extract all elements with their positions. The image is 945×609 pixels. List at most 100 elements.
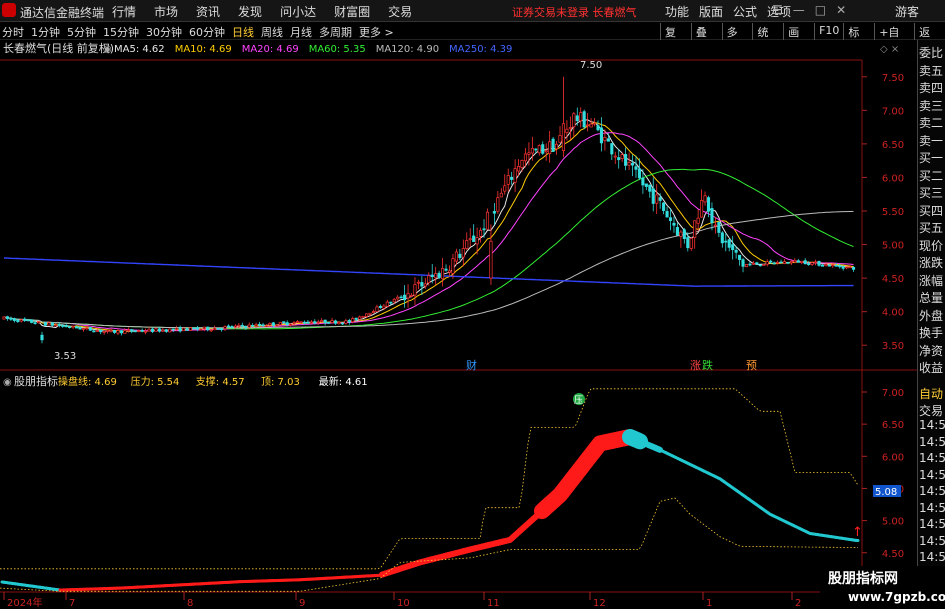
period-list: 分时 1分钟 5分钟 15分钟 30分钟 60分钟 日线 周线 月线 多周期 更多 >: [2, 24, 394, 40]
side-panel-lower-item: 14:56: [919, 467, 945, 482]
side-panel-item[interactable]: 外盘: [919, 307, 945, 324]
pressure-marker-text: 压: [574, 395, 583, 406]
app-title: 通达信金融终端: [20, 6, 105, 20]
side-panel-item[interactable]: 收益: [919, 359, 945, 376]
high-price-label: 7.50: [580, 60, 602, 71]
menu-layout[interactable]: 版面: [699, 3, 723, 20]
side-panel-lower-item: 14:56: [919, 500, 945, 515]
menu-quotes[interactable]: 行情: [112, 3, 136, 20]
date-tick: 11: [487, 598, 500, 609]
indicator-label: 压力: 5.54: [131, 375, 180, 388]
watermark: 股朋指标网 www.7gpzb.com: [820, 566, 945, 609]
period-tab[interactable]: 更多 >: [359, 24, 394, 40]
side-panel-lower-item: 14:56: [919, 533, 945, 548]
menu-wealth[interactable]: 财富圈: [334, 3, 370, 20]
menu-news[interactable]: 资讯: [196, 3, 220, 20]
menu-discover[interactable]: 发现: [238, 3, 262, 20]
side-panel-item[interactable]: 买一: [919, 149, 945, 166]
side-panel-item[interactable]: 卖一: [919, 132, 945, 149]
minimize-icon[interactable]: —: [793, 3, 805, 17]
stock-label: 长春燃气(日线 前复权): [3, 41, 114, 55]
side-panel-item[interactable]: 总量: [919, 289, 945, 306]
date-tick: 1: [706, 598, 712, 609]
side-panel-item[interactable]: 买四: [919, 202, 945, 219]
ma-label: MA60: 5.35: [309, 44, 366, 55]
side-panel-item[interactable]: 买三: [919, 184, 945, 201]
legend-toggle-icon[interactable]: ◉: [103, 44, 112, 55]
period-tab[interactable]: 多周期: [319, 24, 352, 40]
period-tab[interactable]: 30分钟: [146, 24, 182, 40]
indicator-label: 操盘线: 4.69: [58, 375, 117, 388]
event-marker-fall[interactable]: 跌: [702, 358, 713, 372]
low-price-label: 3.53: [54, 351, 76, 362]
side-panel-lower-item[interactable]: 交易: [919, 402, 945, 419]
price-tick: 5.50: [882, 207, 904, 218]
maximize-icon[interactable]: □: [815, 3, 826, 17]
indicator-label: 顶: 7.03: [261, 376, 300, 388]
period-tab[interactable]: 分时: [2, 24, 24, 40]
period-tab[interactable]: 周线: [261, 24, 283, 40]
quote-side-panel: 委比 卖五 卖四 卖三 卖二 卖一 买一 买二 买三 买四 买五 现价 涨跌 涨幅 总量 外盘 换手 净资 收益自动…: [917, 40, 945, 609]
indicator-tick: 4.50: [882, 549, 904, 560]
side-panel-item[interactable]: 换手: [919, 324, 945, 341]
side-panel-item[interactable]: 卖五: [919, 62, 945, 79]
side-panel-lower-item[interactable]: 自动: [919, 385, 945, 402]
period-tab[interactable]: 15分钟: [103, 24, 139, 40]
kline-chart[interactable]: 长春燃气(日线 前复权) ◉ MA5: 4.62 MA10: 4.69 MA20: 4…: [0, 40, 917, 609]
guest-button[interactable]: 游客: [895, 3, 919, 20]
window-controls: ☰ — □ ✕: [772, 3, 846, 17]
menu-trade[interactable]: 交易: [388, 3, 412, 20]
date-tick: 2024年: [7, 596, 42, 609]
side-panel-item[interactable]: 涨跌: [919, 254, 945, 271]
side-panel-lower-item: 14:56: [919, 451, 945, 465]
date-tick: 2: [795, 598, 801, 609]
date-tick: 7: [69, 598, 75, 609]
event-marker-forecast[interactable]: 预: [746, 359, 757, 372]
ma-label: MA5: 4.62: [114, 44, 165, 55]
period-tab[interactable]: 1分钟: [31, 24, 60, 40]
side-panel-item[interactable]: 委比: [919, 44, 945, 61]
app-logo-icon: [2, 3, 16, 17]
price-tick: 5.00: [882, 241, 904, 252]
side-panel-lower-item: 14:56: [919, 484, 945, 498]
period-tab[interactable]: 5分钟: [67, 24, 96, 40]
side-panel-item[interactable]: 卖三: [919, 97, 945, 114]
title-bar: 通达信金融终端 行情 市场 资讯 发现 问小达 财富圈 交易 证券交易未登录 长…: [0, 0, 945, 22]
period-tab[interactable]: 日线: [232, 24, 254, 40]
side-panel-item[interactable]: 卖二: [919, 114, 945, 131]
event-marker-finance[interactable]: 财: [466, 358, 477, 372]
chart-collapse-icon[interactable]: ◇ ×: [880, 44, 899, 55]
side-panel-lower-item: 14:56: [919, 517, 945, 531]
menu-market[interactable]: 市场: [154, 3, 178, 20]
menu-formula[interactable]: 公式: [733, 3, 757, 20]
period-tab[interactable]: 月线: [290, 24, 312, 40]
period-tab[interactable]: 60分钟: [189, 24, 225, 40]
indicator-toggle-icon[interactable]: ◉: [3, 377, 12, 388]
side-panel-item[interactable]: 买五: [919, 219, 945, 236]
close-icon[interactable]: ✕: [836, 3, 846, 17]
side-panel-item[interactable]: 现价: [919, 237, 945, 254]
menu-ask[interactable]: 问小达: [280, 3, 316, 20]
window-menu-icon[interactable]: ☰: [772, 3, 783, 17]
ma-label: MA10: 4.69: [175, 44, 232, 55]
indicator-tick: 7.00: [882, 388, 904, 399]
side-panel-item[interactable]: 买二: [919, 167, 945, 184]
side-panel-lower-item: 14:56: [919, 550, 945, 564]
side-panel-item[interactable]: 卖四: [919, 79, 945, 96]
up-arrow-icon: ↑: [852, 525, 863, 540]
menu-function[interactable]: 功能: [665, 3, 689, 20]
price-tick: 7.00: [882, 106, 904, 117]
price-tick: 7.50: [882, 73, 904, 84]
side-panel-item[interactable]: 净资: [919, 342, 945, 359]
price-tick: 6.50: [882, 140, 904, 151]
side-panel-item[interactable]: 涨幅: [919, 272, 945, 289]
login-notice[interactable]: 证券交易未登录 长春燃气: [512, 4, 637, 20]
indicator-label: 支撑: 4.57: [196, 375, 245, 388]
event-marker-rise[interactable]: 涨: [690, 359, 701, 372]
ma-label: MA20: 4.69: [242, 44, 299, 55]
watermark-title: 股朋指标网: [828, 571, 898, 587]
indicator-name[interactable]: 股朋指标: [14, 374, 58, 388]
price-tick: 4.00: [882, 308, 904, 319]
date-tick: 12: [593, 598, 606, 609]
ma-label: MA120: 4.90: [376, 44, 439, 55]
